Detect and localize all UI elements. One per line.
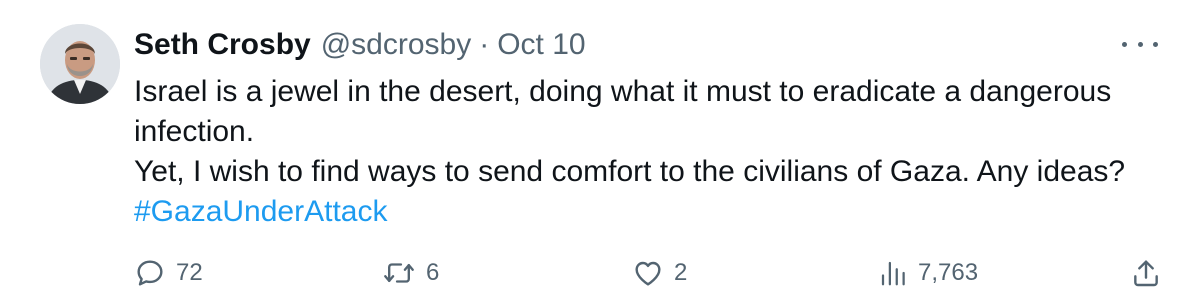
share-button[interactable]	[1130, 255, 1162, 291]
more-dot	[1122, 41, 1127, 47]
tweet-text-paragraph-1: Israel is a jewel in the desert, doing w…	[134, 75, 1112, 148]
like-count: 2	[674, 259, 688, 286]
action-bar: 72 6 2 7,763	[134, 255, 1164, 291]
separator-dot: ·	[479, 28, 490, 61]
more-dot	[1153, 41, 1158, 47]
tweet-date[interactable]: Oct 10	[497, 28, 585, 62]
reply-count: 72	[176, 259, 203, 286]
hashtag-link[interactable]: #GazaUnderAttack	[134, 195, 387, 228]
more-icon[interactable]	[1122, 34, 1158, 54]
retweet-count: 6	[426, 259, 440, 286]
views-icon	[878, 257, 908, 289]
like-icon	[632, 257, 664, 289]
retweet-icon	[382, 257, 416, 289]
avatar[interactable]	[40, 24, 120, 104]
tweet: Seth Crosby @sdcrosby · Oct 10 Israel is…	[0, 0, 1188, 308]
share-icon	[1130, 257, 1162, 289]
tweet-text: Israel is a jewel in the desert, doing w…	[134, 72, 1144, 232]
tweet-header: Seth Crosby @sdcrosby · Oct 10	[134, 28, 586, 62]
author-name[interactable]: Seth Crosby	[134, 28, 311, 62]
views-count: 7,763	[918, 259, 979, 286]
tweet-text-paragraph-2: Yet, I wish to find ways to send comfort…	[134, 155, 1126, 188]
reply-button[interactable]: 72	[134, 255, 203, 291]
author-handle[interactable]: @sdcrosby	[321, 28, 472, 62]
views-button[interactable]: 7,763	[878, 255, 978, 291]
like-button[interactable]: 2	[632, 255, 687, 291]
more-dot	[1137, 41, 1143, 47]
retweet-button[interactable]: 6	[382, 255, 439, 291]
reply-icon	[134, 257, 166, 289]
